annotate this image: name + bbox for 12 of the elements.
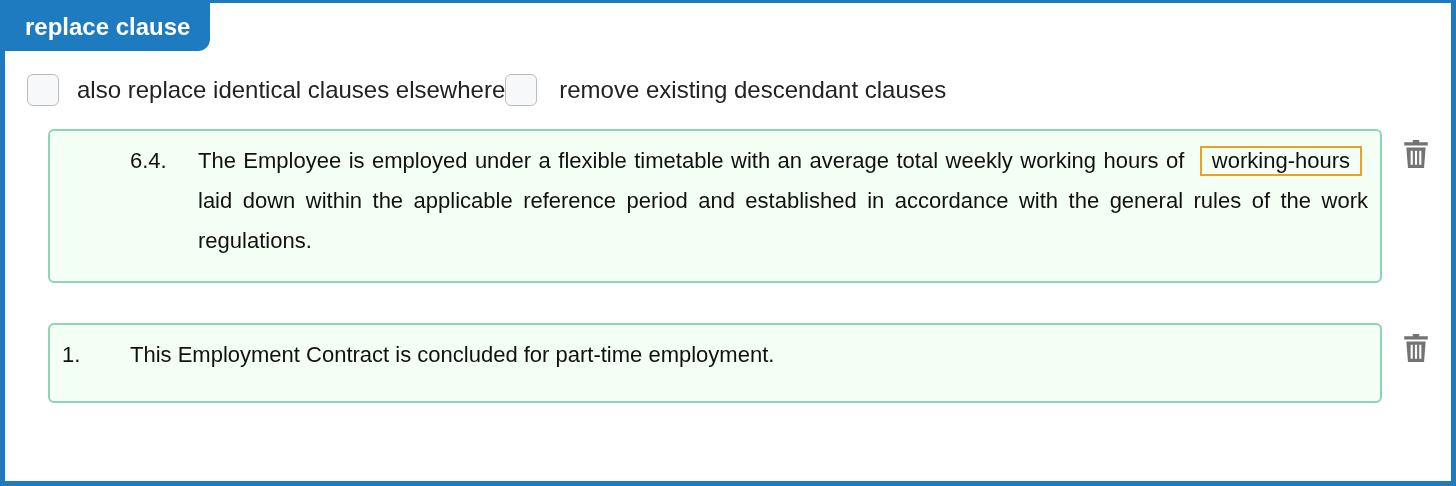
clause-number: 6.4. (129, 147, 168, 175)
checkbox-label: also replace identical clauses elsewhere (77, 76, 506, 104)
clause-text: This Employment Contract is concluded for part-time employment. (130, 341, 776, 369)
placeholder-field[interactable]: working-hours (1199, 146, 1362, 176)
trash-icon[interactable] (1403, 333, 1429, 363)
clause-text: The Employee is employed under a flexible timetable with an average total weekly working hours of working-hours laid down within the applicable reference period and established in accordance with the general rules of the work regulations. (198, 145, 1368, 255)
trash-icon[interactable] (1403, 139, 1429, 169)
checkbox[interactable] (27, 74, 59, 106)
checkbox-label: remove existing descendant clauses (559, 76, 947, 104)
clause-number: 1. (62, 341, 82, 369)
panel-title: replace clause (5, 3, 211, 51)
checkbox[interactable] (505, 74, 538, 106)
